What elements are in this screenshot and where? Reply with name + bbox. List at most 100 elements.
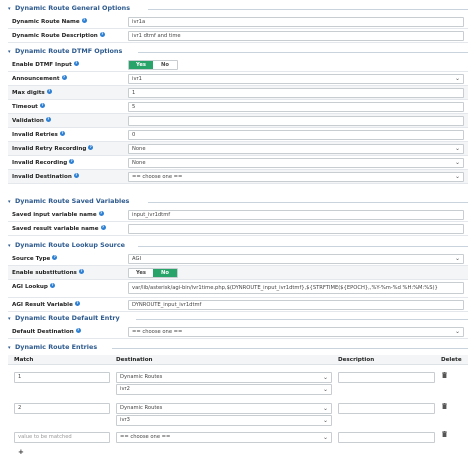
enable-substitutions-toggle[interactable]: Yes No	[128, 268, 178, 278]
match-input[interactable]: 1	[14, 372, 110, 383]
col-match-header: Match	[14, 357, 34, 363]
agi-lookup-row: AGI Lookup? var/lib/asterisk/agi-bin/ivr…	[8, 280, 468, 298]
help-icon[interactable]: ?	[73, 61, 79, 66]
source-type-select[interactable]: AGI ⌄	[128, 254, 464, 264]
destination-type-select[interactable]: Dynamic Routes ⌄	[116, 403, 332, 414]
help-icon[interactable]: ?	[74, 301, 80, 306]
enable-dtmf-toggle[interactable]: Yes No	[128, 60, 178, 70]
help-icon[interactable]: ?	[81, 18, 87, 23]
collapse-caret-icon[interactable]: ▾	[8, 242, 15, 251]
dtmf-options-legend[interactable]: ▾ Dynamic Route DTMF Options	[8, 47, 468, 57]
new-destination-select[interactable]: == choose one == ⌄	[116, 432, 332, 443]
enable-dtmf-label: Enable DTMF Input	[12, 62, 72, 68]
chevron-down-icon: ⌄	[322, 386, 328, 393]
col-delete-header: Delete	[441, 357, 462, 363]
new-description-input[interactable]	[338, 432, 435, 443]
invalid-retry-recording-select[interactable]: None ⌄	[128, 144, 464, 154]
help-icon[interactable]: ?	[99, 32, 105, 37]
saved-result-field[interactable]	[128, 224, 464, 234]
help-icon[interactable]: ?	[88, 145, 94, 150]
destination-value-select[interactable]: ivr2 ⌄	[116, 384, 332, 395]
col-description-header: Description	[338, 357, 375, 363]
saved-variables-legend[interactable]: ▾ Dynamic Route Saved Variables	[8, 197, 468, 207]
default-destination-row: Default Destination? == choose one == ⌄	[8, 325, 468, 339]
invalid-retries-input[interactable]: 0	[128, 130, 464, 140]
chevron-down-icon: ⌄	[454, 255, 460, 262]
help-icon[interactable]: ?	[100, 225, 106, 230]
saved-input-field[interactable]: input_ivr1dtmf	[128, 210, 464, 220]
description-input[interactable]	[338, 372, 435, 383]
invalid-recording-row: Invalid Recording? None ⌄	[8, 156, 468, 170]
description-input[interactable]	[338, 403, 435, 414]
entries-legend[interactable]: ▾ Dynamic Route Entries	[8, 343, 468, 353]
help-icon[interactable]: ?	[61, 75, 67, 80]
enable-substitutions-no[interactable]: No	[153, 269, 177, 277]
max-digits-input[interactable]: 1	[128, 88, 464, 98]
help-icon[interactable]: ?	[75, 328, 81, 333]
help-icon[interactable]: ?	[49, 283, 55, 288]
collapse-caret-icon[interactable]: ▾	[8, 48, 15, 57]
invalid-destination-select[interactable]: == choose one == ⌄	[128, 172, 464, 182]
saved-input-row: Saved input variable name? input_ivr1dtm…	[8, 208, 468, 222]
agi-lookup-input[interactable]: var/lib/asterisk/agi-bin/ivr1time.php,$(…	[128, 282, 464, 294]
trash-icon[interactable]	[442, 431, 447, 437]
enable-substitutions-yes[interactable]: Yes	[129, 269, 153, 277]
destination-value-select[interactable]: ivr3 ⌄	[116, 415, 332, 426]
announcement-row: Announcement? ivr1 ⌄	[8, 72, 468, 86]
chevron-down-icon: ⌄	[454, 328, 460, 335]
collapse-caret-icon[interactable]: ▾	[8, 315, 15, 324]
entries-table-header: Match Destination Description Delete	[8, 355, 468, 365]
help-icon[interactable]: ?	[52, 255, 58, 260]
agi-result-label: AGI Result Variable	[12, 302, 73, 308]
timeout-input[interactable]: 5	[128, 102, 464, 112]
chevron-down-icon: ⌄	[322, 405, 328, 412]
agi-result-input[interactable]: DYNROUTE_input_ivr1dtmf	[128, 300, 464, 310]
route-description-label: Dynamic Route Description	[12, 33, 98, 39]
help-icon[interactable]: ?	[45, 117, 51, 122]
agi-lookup-label: AGI Lookup	[12, 284, 48, 290]
help-icon[interactable]: ?	[78, 269, 84, 274]
saved-input-label: Saved input variable name	[12, 212, 97, 218]
enable-dtmf-no[interactable]: No	[153, 61, 177, 69]
announcement-select[interactable]: ivr1 ⌄	[128, 74, 464, 84]
invalid-recording-select[interactable]: None ⌄	[128, 158, 464, 168]
chevron-down-icon: ⌄	[454, 75, 460, 82]
enable-dtmf-row: Enable DTMF Input? Yes No	[8, 58, 468, 72]
col-destination-header: Destination	[116, 357, 153, 363]
collapse-caret-icon[interactable]: ▾	[8, 344, 15, 353]
match-input[interactable]: 2	[14, 403, 110, 414]
legend-rule	[148, 202, 468, 203]
default-destination-select[interactable]: == choose one == ⌄	[128, 327, 464, 337]
new-match-input[interactable]: value to be matched	[14, 432, 110, 443]
trash-icon[interactable]	[442, 372, 447, 378]
chevron-down-icon: ⌄	[322, 417, 328, 424]
collapse-caret-icon[interactable]: ▾	[8, 5, 15, 14]
enable-dtmf-yes[interactable]: Yes	[129, 61, 153, 69]
add-entry-button[interactable]: +	[18, 448, 24, 456]
help-icon[interactable]: ?	[69, 159, 75, 164]
collapse-caret-icon[interactable]: ▾	[8, 198, 15, 207]
source-type-row: Source Type? AGI ⌄	[8, 252, 468, 266]
invalid-retry-recording-label: Invalid Retry Recording	[12, 146, 87, 152]
route-name-input[interactable]: ivr1a	[128, 17, 464, 27]
saved-result-row: Saved result variable name?	[8, 222, 468, 236]
route-description-input[interactable]: ivr1 dtmf and time	[128, 31, 464, 41]
source-type-label: Source Type	[12, 256, 51, 262]
help-icon[interactable]: ?	[98, 211, 104, 216]
entries-section: ▾ Dynamic Route Entries Match Destination…	[8, 343, 468, 463]
max-digits-label: Max digits	[12, 90, 45, 96]
lookup-source-legend[interactable]: ▾ Dynamic Route Lookup Source	[8, 241, 468, 251]
general-options-legend[interactable]: ▾ Dynamic Route General Options	[8, 4, 468, 14]
help-icon[interactable]: ?	[59, 131, 65, 136]
trash-icon[interactable]	[442, 403, 447, 409]
agi-result-row: AGI Result Variable? DYNROUTE_input_ivr1…	[8, 298, 468, 312]
default-entry-legend[interactable]: ▾ Dynamic Route Default Entry	[8, 314, 468, 324]
route-name-row: Dynamic Route Name? ivr1a	[8, 15, 468, 29]
help-icon[interactable]: ?	[46, 89, 52, 94]
invalid-destination-label: Invalid Destination	[12, 174, 72, 180]
help-icon[interactable]: ?	[73, 173, 79, 178]
destination-type-select[interactable]: Dynamic Routes ⌄	[116, 372, 332, 383]
validation-input[interactable]	[128, 116, 464, 126]
help-icon[interactable]: ?	[39, 103, 45, 108]
invalid-retries-row: Invalid Retries? 0	[8, 128, 468, 142]
